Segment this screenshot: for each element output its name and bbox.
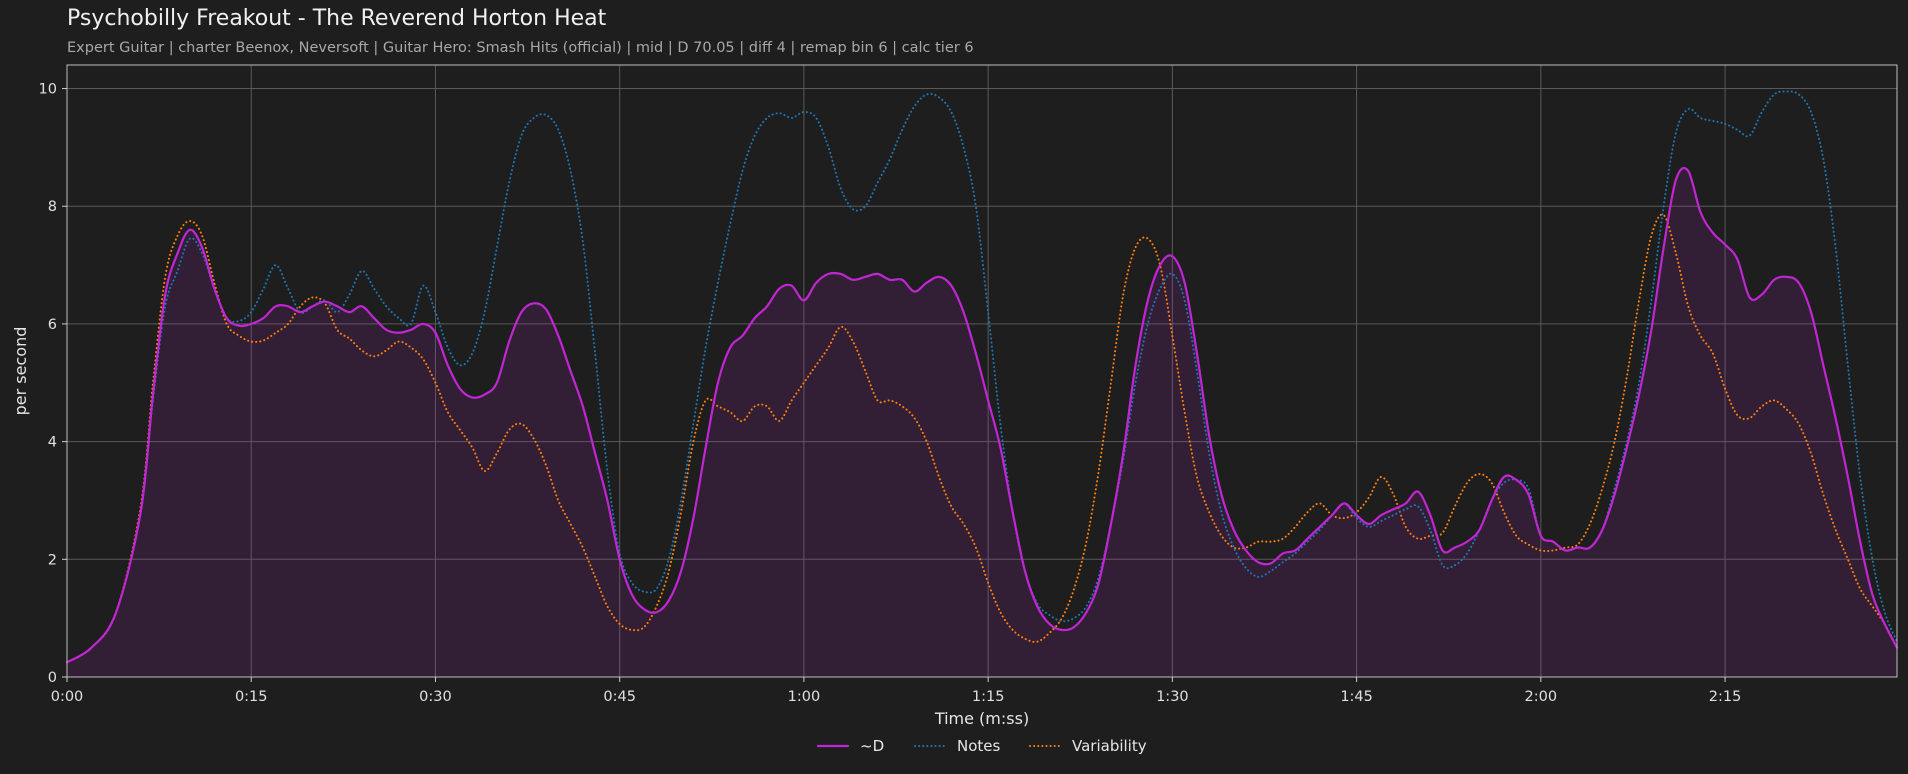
y-tick-label: 8 (48, 199, 57, 215)
x-tick-label: 2:00 (1525, 689, 1558, 705)
legend-label: Notes (957, 737, 1001, 755)
legend-label: Variability (1072, 737, 1147, 755)
x-axis-label: Time (m:ss) (934, 709, 1029, 728)
x-tick-label: 0:00 (51, 689, 84, 705)
x-tick-label: 2:15 (1709, 689, 1742, 705)
y-axis-label: per second (11, 327, 30, 416)
legend: ~D Notes Variability (816, 737, 1147, 755)
y-tick-label: 2 (48, 552, 57, 568)
x-tick-label: 0:45 (603, 689, 636, 705)
x-tick-label: 0:30 (419, 689, 452, 705)
x-tick-label: 1:15 (972, 689, 1005, 705)
x-tick-label: 1:45 (1340, 689, 1373, 705)
y-tick-label: 4 (48, 435, 57, 451)
y-tick-label: 10 (39, 82, 57, 98)
chart: 0:00 0:15 0:30 0:45 1:00 1:15 1:30 1:45 2:00 2:15… (11, 64, 1899, 755)
x-tick-label: 1:00 (788, 689, 821, 705)
x-tick-label: 0:15 (235, 689, 268, 705)
x-tick-label: 1:30 (1156, 689, 1189, 705)
legend-label: ~D (860, 737, 884, 755)
y-tick-label: 6 (48, 317, 57, 333)
y-tick-label: 0 (48, 670, 57, 686)
